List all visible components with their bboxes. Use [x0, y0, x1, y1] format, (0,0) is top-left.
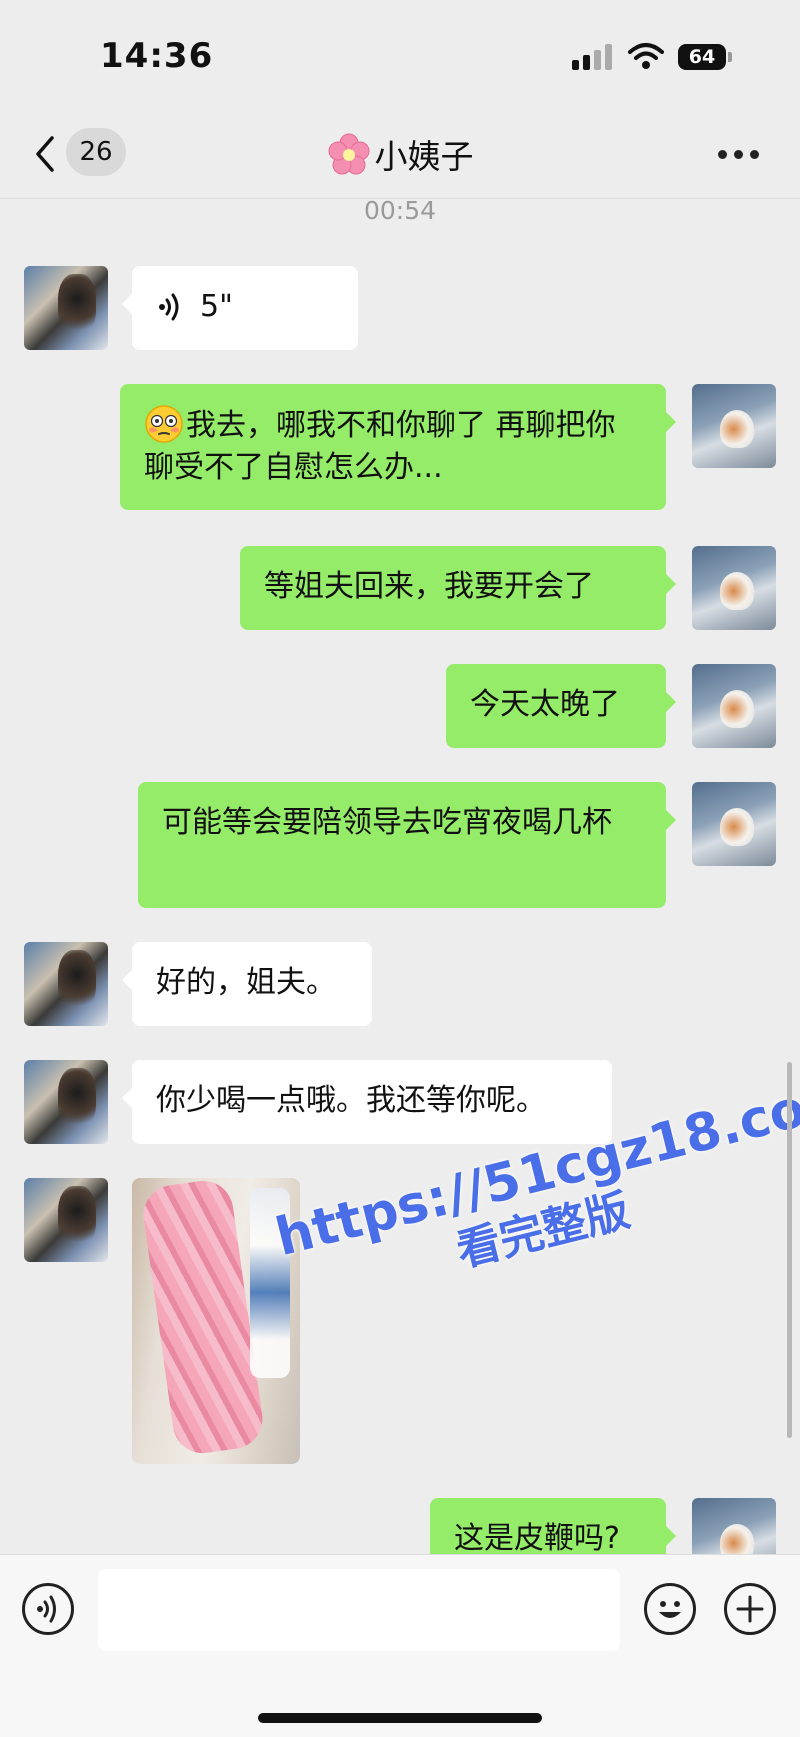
- voice-wave-icon: [37, 1595, 56, 1623]
- message-timestamp: 00:54: [363, 196, 437, 225]
- battery-indicator: 64: [678, 44, 726, 70]
- emoji-icon: [659, 1601, 681, 1618]
- status-bar: 14:36 64: [0, 0, 800, 110]
- message-text: 这是皮鞭吗?: [454, 1521, 620, 1556]
- my-avatar[interactable]: [692, 782, 776, 866]
- contact-avatar[interactable]: [24, 1178, 108, 1262]
- voice-duration: 5": [200, 289, 233, 324]
- voice-message-bubble[interactable]: 5": [122, 266, 358, 350]
- emoji-button[interactable]: [644, 1583, 696, 1635]
- message-input[interactable]: [98, 1569, 620, 1651]
- chat-title-text: 小姨子: [374, 137, 474, 176]
- outgoing-message-bubble[interactable]: 等姐夫回来，我要开会了: [240, 546, 676, 630]
- home-indicator: [258, 1713, 542, 1723]
- cherry-blossom-icon: [328, 133, 369, 175]
- plus-icon: [736, 1595, 764, 1623]
- chat-header: 26 小姨子: [0, 110, 800, 199]
- outgoing-message-bubble[interactable]: 可能等会要陪领导去吃宵夜喝几杯: [138, 782, 676, 908]
- cellular-signal-icon: [572, 44, 616, 70]
- flushed-face-icon: [145, 405, 183, 443]
- more-functions-button[interactable]: [724, 1583, 776, 1635]
- more-dots-icon[interactable]: [718, 150, 762, 160]
- my-avatar[interactable]: [692, 664, 776, 748]
- wifi-icon: [628, 43, 664, 69]
- photo-pink-whip: [139, 1178, 267, 1457]
- outgoing-message-bubble[interactable]: 今天太晚了: [446, 664, 676, 748]
- outgoing-message-bubble[interactable]: 我去，哪我不和你聊了 再聊把你聊受不了自慰怎么办...: [120, 384, 676, 510]
- contact-avatar[interactable]: [24, 266, 108, 350]
- chat-title: 小姨子: [0, 130, 800, 178]
- message-text: 等姐夫回来，我要开会了: [264, 569, 594, 604]
- voice-input-toggle[interactable]: [22, 1583, 74, 1635]
- input-bar: [0, 1554, 800, 1737]
- contact-avatar[interactable]: [24, 1060, 108, 1144]
- battery-tip: [728, 52, 732, 62]
- message-text: 可能等会要陪领导去吃宵夜喝几杯: [162, 805, 612, 840]
- message-text: 好的，姐夫。: [156, 965, 336, 1000]
- chat-scrollbar[interactable]: [787, 1062, 792, 1438]
- contact-avatar[interactable]: [24, 942, 108, 1026]
- my-avatar[interactable]: [692, 546, 776, 630]
- status-time: 14:36: [100, 36, 214, 76]
- voice-wave-icon: [159, 293, 179, 321]
- message-text: 我去，哪我不和你聊了 再聊把你聊受不了自慰怎么办...: [144, 408, 616, 485]
- incoming-message-bubble[interactable]: 好的，姐夫。: [122, 942, 372, 1026]
- my-avatar[interactable]: [692, 384, 776, 468]
- incoming-message-bubble[interactable]: 你少喝一点哦。我还等你呢。: [122, 1060, 612, 1144]
- message-text: 今天太晚了: [470, 687, 620, 722]
- message-text: 你少喝一点哦。我还等你呢。: [156, 1083, 546, 1118]
